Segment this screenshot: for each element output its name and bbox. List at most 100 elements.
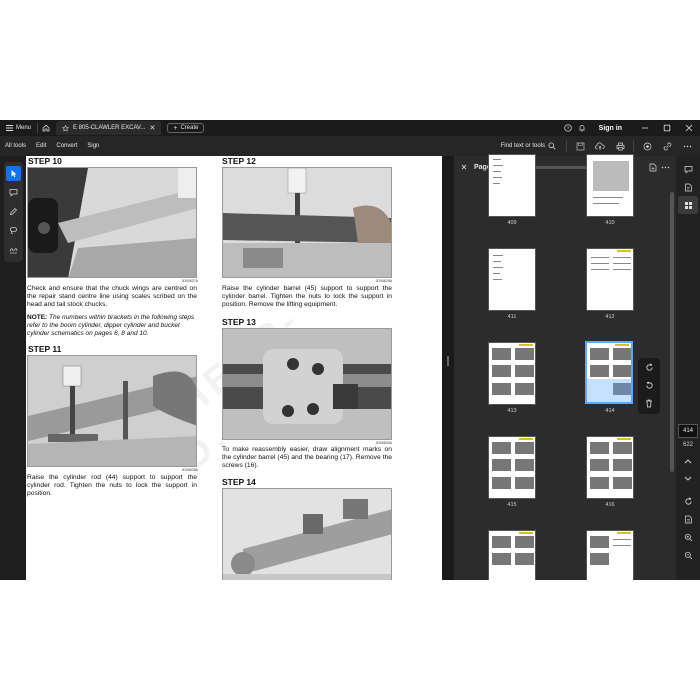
more-options-button[interactable] <box>678 137 696 155</box>
share-link-button[interactable] <box>658 137 676 155</box>
menu-convert[interactable]: Convert <box>51 143 82 149</box>
comment-icon <box>684 165 692 174</box>
page-thumbnail-417[interactable] <box>488 530 536 580</box>
cloud-upload-icon <box>595 142 605 150</box>
barrel-support-illustration <box>223 168 391 277</box>
plus-icon: + <box>173 124 178 132</box>
page-label-415: 415 <box>507 502 517 508</box>
printer-icon <box>616 142 624 150</box>
page-thumbnail-411[interactable] <box>488 248 536 311</box>
step-14-photo <box>222 488 392 580</box>
save-icon <box>576 142 584 150</box>
resize-handle[interactable] <box>447 356 449 366</box>
comments-panel-button[interactable] <box>676 160 700 178</box>
divider <box>633 140 634 152</box>
bell-icon <box>579 125 585 132</box>
lasso-icon <box>9 226 18 235</box>
step-12-text: Raise the cylinder barrel (45) support t… <box>222 285 392 309</box>
comment-tool[interactable] <box>6 185 21 200</box>
menu-all-tools[interactable]: All tools <box>0 143 31 149</box>
draw-tool[interactable] <box>6 204 21 219</box>
menu-button[interactable]: Menu <box>0 120 37 136</box>
signature-icon <box>9 248 18 254</box>
zoom-in-button[interactable] <box>676 528 700 546</box>
page-label-410: 410 <box>605 220 615 226</box>
print-button[interactable] <box>611 137 629 155</box>
home-button[interactable] <box>38 120 54 136</box>
notifications-button[interactable] <box>575 120 589 136</box>
sign-in-button[interactable]: Sign in <box>589 125 634 132</box>
current-page-input[interactable]: 414 <box>678 424 698 438</box>
document-scroll-divider[interactable] <box>442 156 454 580</box>
page-display-button[interactable] <box>676 510 700 528</box>
previous-page-button[interactable] <box>676 452 700 470</box>
rotate-counterclockwise-button[interactable] <box>638 376 660 394</box>
page-actions-floating-bar <box>638 358 660 414</box>
page-thumbnail-415[interactable] <box>488 436 536 499</box>
insert-page-icon[interactable] <box>649 163 657 172</box>
chevron-down-icon <box>684 476 692 481</box>
more-dots-icon[interactable] <box>661 163 670 172</box>
chuck-photo-illustration <box>28 168 196 277</box>
pages-panel-scrollbar[interactable] <box>668 182 676 580</box>
create-button[interactable]: + Create <box>167 123 205 133</box>
page-thumbnail-416[interactable] <box>586 436 634 499</box>
page-label-416: 416 <box>605 502 615 508</box>
page-label-413: 413 <box>507 408 517 414</box>
toolbar-actions: Find text or tools <box>495 137 700 155</box>
menu-sign[interactable]: Sign <box>82 143 104 149</box>
freehand-tool[interactable] <box>6 223 21 238</box>
rotate-clockwise-button[interactable] <box>638 358 660 376</box>
step-10-photo-code: JD00627A <box>181 279 198 283</box>
cursor-icon <box>11 170 16 178</box>
trash-icon <box>646 399 652 407</box>
menu-edit[interactable]: Edit <box>31 143 51 149</box>
page-thumbnail-410[interactable] <box>586 154 634 217</box>
step-10-photo <box>27 167 197 278</box>
minimize-icon <box>642 127 648 129</box>
repair-stand-illustration <box>223 489 391 580</box>
total-pages: 622 <box>682 442 693 448</box>
page-thumbnail-413[interactable] <box>488 342 536 405</box>
zoom-out-button[interactable] <box>676 546 700 564</box>
title-bar-right: ? Sign in <box>561 120 700 136</box>
pages-panel-button[interactable] <box>678 196 698 214</box>
star-icon[interactable] <box>62 124 69 132</box>
comment-icon <box>9 189 18 197</box>
bookmarks-panel-button[interactable] <box>676 178 700 196</box>
minimize-button[interactable] <box>634 120 656 136</box>
page-thumbnail-409[interactable] <box>488 154 536 217</box>
next-page-button[interactable] <box>676 470 700 488</box>
find-tools-button[interactable]: Find text or tools <box>495 142 562 150</box>
close-tab-icon[interactable]: ✕ <box>150 124 156 132</box>
upload-button[interactable] <box>591 137 609 155</box>
step-10-text: Check and ensure that the chuck wings ar… <box>27 285 197 309</box>
select-tool[interactable] <box>6 166 21 181</box>
ai-assistant-button[interactable] <box>638 137 656 155</box>
document-tab[interactable]: E 805-CLAWLER EXCAV... ✕ <box>56 121 162 135</box>
title-bar: Menu E 805-CLAWLER EXCAV... ✕ + Create ?… <box>0 120 700 136</box>
delete-page-button[interactable] <box>638 394 660 412</box>
page-navigation: 414 622 <box>676 424 700 564</box>
close-window-button[interactable] <box>678 120 700 136</box>
note-text: The numbers within brackets in the follo… <box>27 314 195 337</box>
cylinder-rod-support-illustration <box>28 356 196 466</box>
storage-button[interactable] <box>571 137 589 155</box>
step-11-photo <box>27 355 197 467</box>
document-page[interactable]: CHEAP-O.COM STEP 10 JD00627A Check and e… <box>26 156 442 580</box>
help-button[interactable]: ? <box>561 120 575 136</box>
close-panel-icon[interactable]: ✕ <box>454 163 474 172</box>
scrollbar-thumb[interactable] <box>670 192 674 472</box>
page-thumbnail-412[interactable] <box>586 248 634 311</box>
page-thumbnail-418[interactable] <box>586 530 634 580</box>
step-12-photo <box>222 167 392 278</box>
link-icon <box>663 142 671 150</box>
chevron-up-icon <box>684 459 692 464</box>
fill-sign-tool[interactable] <box>6 242 21 257</box>
assistant-icon <box>643 142 651 150</box>
page-thumbnail-414-selected[interactable] <box>585 341 633 404</box>
page-view-icon <box>684 515 692 523</box>
refresh-button[interactable] <box>676 492 700 510</box>
maximize-button[interactable] <box>656 120 678 136</box>
home-icon <box>42 124 50 132</box>
